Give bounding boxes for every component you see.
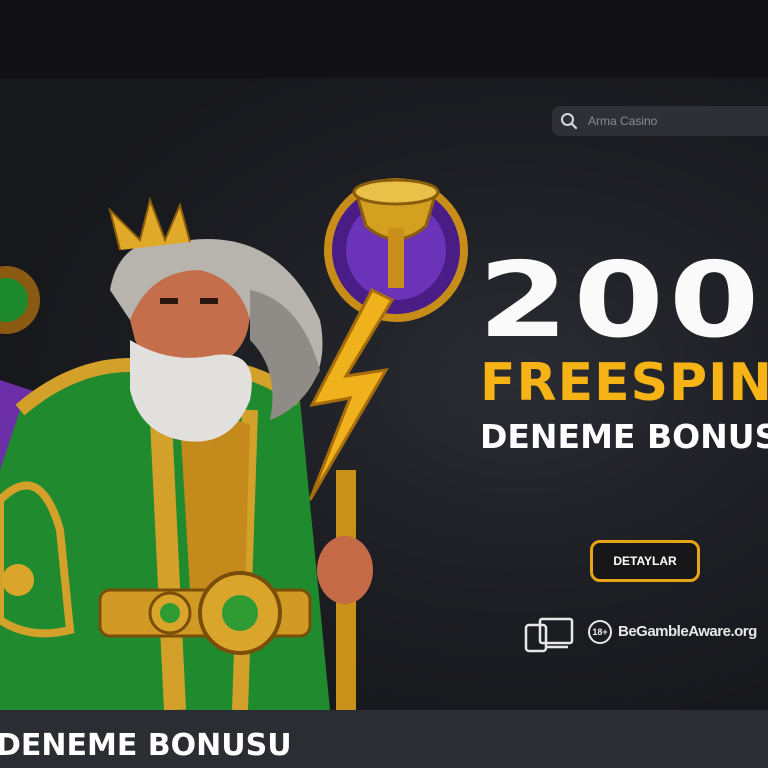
headline-freespin: FREESPIN: [480, 353, 768, 413]
devices-icon: [524, 617, 574, 653]
promo-headline: 200 FREESPIN DENEME BONUSU: [478, 245, 768, 465]
headline-amount: 200: [478, 245, 765, 361]
wizard-illustration: [0, 178, 468, 710]
search-input[interactable]: Arma Casino: [552, 106, 768, 136]
search-icon: [561, 113, 578, 130]
details-button[interactable]: DETAYLAR: [590, 540, 700, 582]
section-title: DENEME BONUSU: [0, 728, 292, 763]
begambleaware-logo[interactable]: BeGambleAware.org: [618, 623, 757, 640]
age-restriction-badge: 18+: [588, 620, 612, 644]
top-bar: [0, 0, 768, 78]
search-placeholder[interactable]: Arma Casino: [588, 114, 657, 128]
headline-bonus: DENEME BONUSU: [480, 417, 768, 456]
